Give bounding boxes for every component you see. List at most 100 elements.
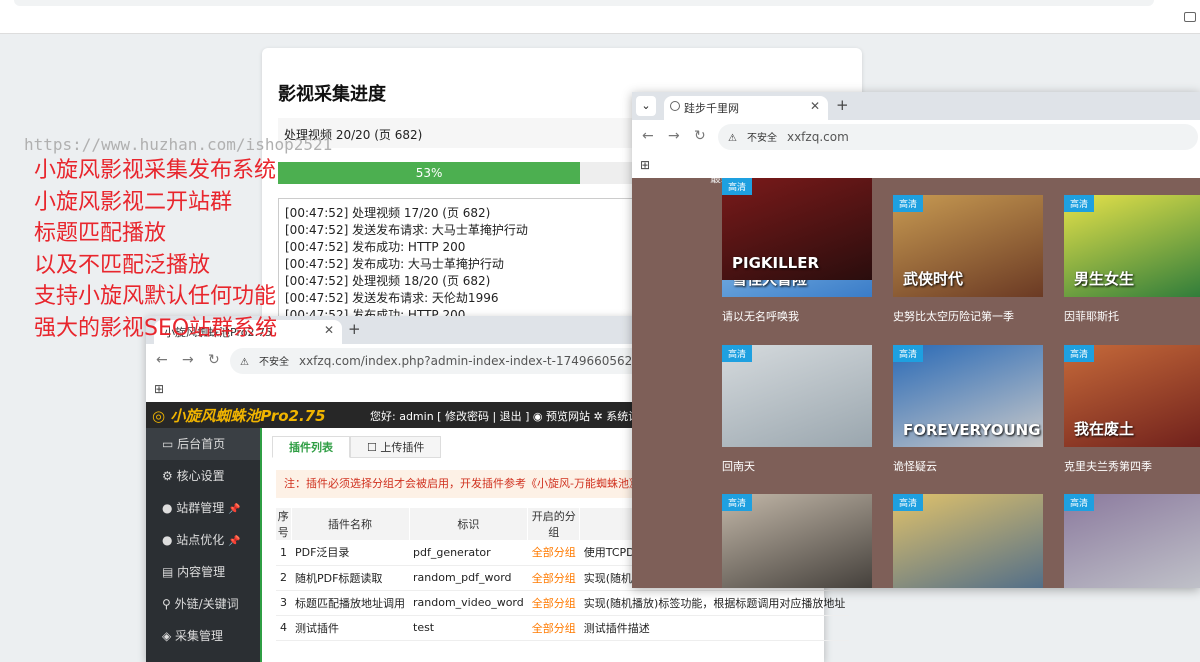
movie-content: 最新推荐 高清雪怪大冒险请以无名呼唤我高清武侠时代史努比太空历险记第一季高清男生…: [632, 178, 1200, 588]
new-tab-icon[interactable]: +: [348, 320, 361, 338]
sidebar-item-core-settings[interactable]: ⚙ 核心设置: [146, 460, 260, 492]
not-secure-label: 不安全: [258, 357, 289, 368]
promo-line: 标题匹配播放: [34, 221, 167, 246]
poster-text: PIGKILLER: [732, 254, 820, 272]
plugin-name: PDF泛目录: [291, 540, 409, 566]
table-row: 4 测试插件 test 全部分组 测试插件描述: [276, 615, 850, 641]
movie-title[interactable]: 请以无名呼唤我: [722, 308, 872, 324]
tab-upload-plugin[interactable]: ☐ 上传插件: [350, 436, 442, 458]
plugin-group-link[interactable]: 全部分组: [527, 565, 580, 591]
poster-text: FOREVERYOUNG: [903, 421, 1041, 439]
movie-tab-strip: ⌄ 跬步千里网 ✕ +: [632, 92, 1200, 120]
plugin-id: random_video_word: [409, 590, 528, 616]
poster-text: 武侠时代: [903, 270, 964, 288]
plugin-group-link[interactable]: 全部分组: [527, 590, 580, 616]
sidebar-item-links[interactable]: ⚲ 外链/关键词: [146, 588, 260, 620]
movie-browser-window: ⌄ 跬步千里网 ✕ + ← → ↻ ⚠不安全xxfzq.com ⊞ 最新推荐 高…: [632, 92, 1200, 588]
log-line: [00:47:52] 发布成功: HTTP 200: [285, 240, 466, 254]
log-line: [00:47:52] 发布成功: 大马士革掩护行动: [285, 257, 504, 271]
sidebar-item-content[interactable]: ▤ 内容管理: [146, 556, 260, 588]
not-secure-label: 不安全: [746, 133, 777, 144]
log-line: [00:47:52] 处理视频 18/20 (页 682): [285, 274, 491, 288]
promo-line: 小旋风影视二开站群: [34, 189, 233, 215]
plugin-id: test: [409, 615, 528, 641]
admin-sidebar: ▭ 后台首页 ⚙ 核心设置 ● 站群管理 📌 ● 站点优化 📌 ▤ 内容管理 ⚲…: [146, 428, 260, 662]
sidebar-item-site-group[interactable]: ● 站群管理 📌: [146, 492, 260, 524]
back-icon[interactable]: ←: [156, 352, 168, 368]
movie-poster[interactable]: 高清: [893, 494, 1043, 588]
warning-icon: ⚠: [240, 357, 249, 368]
poster-text: 男生女生: [1074, 270, 1135, 288]
movie-poster[interactable]: 高清: [722, 345, 872, 447]
reload-icon[interactable]: ↻: [208, 352, 220, 368]
hd-badge: 高清: [722, 178, 753, 195]
forward-icon[interactable]: →: [182, 352, 194, 368]
progress-title: 影视采集进度: [278, 84, 386, 105]
movie-poster[interactable]: 高清: [1064, 494, 1200, 588]
column-header: 开启的分组: [527, 508, 581, 540]
movie-card[interactable]: 高清: [722, 494, 872, 588]
movie-title[interactable]: 克里夫兰秀第四季: [1064, 458, 1200, 474]
movie-poster[interactable]: 高清男生女生: [1064, 195, 1200, 297]
movie-title[interactable]: 因菲耶斯托: [1064, 308, 1200, 324]
movie-poster[interactable]: 高清 PIGKILLER: [722, 178, 872, 280]
promo-text: 小旋风影视采集发布系统 小旋风影视二开站群 标题匹配播放 以及不匹配泛播放 支持…: [34, 155, 277, 344]
background-address-bar[interactable]: [14, 0, 1154, 6]
tab-plugin-list[interactable]: 插件列表: [272, 436, 350, 458]
movie-card[interactable]: 高清 我在废土克里夫兰秀第四季: [1064, 345, 1200, 474]
movie-poster[interactable]: 高清 武侠时代: [893, 195, 1043, 297]
apps-grid-icon[interactable]: ⊞: [154, 382, 164, 396]
plugin-name: 随机PDF标题读取: [291, 565, 409, 591]
close-icon[interactable]: ✕: [324, 323, 334, 337]
row-number: 4: [276, 615, 291, 641]
movie-address-bar[interactable]: ⚠ 不安全 xxfzq.com: [718, 124, 1198, 150]
movie-browser-tab[interactable]: 跬步千里网 ✕: [664, 96, 828, 120]
promo-line: 强大的影视SEO站群系统: [34, 315, 278, 341]
movie-card[interactable]: 高清: [1064, 494, 1200, 588]
plugin-id: random_pdf_word: [409, 565, 528, 591]
chevron-down-icon[interactable]: ⌄: [636, 96, 656, 116]
table-row: 3 标题匹配播放地址调用 random_video_word 全部分组 实现(随…: [276, 590, 850, 616]
movie-card[interactable]: 高清 PIGKILLER: [722, 178, 872, 280]
hd-badge: 高清: [1064, 195, 1095, 212]
sidebar-item-home[interactable]: ▭ 后台首页: [146, 428, 260, 460]
warning-icon: ⚠: [728, 133, 737, 144]
log-line: [00:47:52] 处理视频 17/20 (页 682): [285, 206, 491, 220]
movie-title[interactable]: 史努比太空历险记第一季: [893, 308, 1043, 324]
hd-badge: 高清: [893, 494, 924, 511]
apps-grid-icon[interactable]: ⊞: [640, 158, 650, 172]
plugin-desc: 测试插件描述: [579, 615, 850, 641]
movie-tab-title: 跬步千里网: [684, 102, 739, 115]
folder-icon[interactable]: [1184, 12, 1196, 22]
reload-icon[interactable]: ↻: [694, 128, 706, 144]
close-icon[interactable]: ✕: [810, 99, 820, 113]
movie-title[interactable]: 诡怪疑云: [893, 458, 1043, 474]
sidebar-item-site-optimize[interactable]: ● 站点优化 📌: [146, 524, 260, 556]
movie-poster[interactable]: 高清 我在废土: [1064, 345, 1200, 447]
promo-line: 小旋风影视采集发布系统: [34, 158, 277, 183]
promo-line: 支持小旋风默认任何功能: [34, 284, 277, 309]
movie-poster[interactable]: 高清 FOREVERYOUNG: [893, 345, 1043, 447]
new-tab-icon[interactable]: +: [836, 96, 849, 114]
row-number: 2: [276, 565, 291, 591]
admin-logo: ◎ 小旋风蜘蛛池Pro2.75: [152, 407, 326, 425]
back-icon[interactable]: ←: [642, 128, 654, 144]
user-info[interactable]: 您好: admin [ 修改密码 | 退出 ] ◉ 预览网站 ✲ 系统设置: [370, 408, 650, 424]
movie-title[interactable]: 回南天: [722, 458, 872, 474]
log-line: [00:47:52] 发送发布请求: 天伦劫1996: [285, 291, 499, 305]
movie-poster[interactable]: 高清: [722, 494, 872, 588]
plugin-name: 测试插件: [291, 615, 409, 641]
movie-card[interactable]: 高清: [893, 494, 1043, 588]
plugin-group-link[interactable]: 全部分组: [527, 540, 580, 566]
movie-card[interactable]: 高清 武侠时代史努比太空历险记第一季: [893, 195, 1043, 324]
forward-icon[interactable]: →: [668, 128, 680, 144]
plugin-group-link[interactable]: 全部分组: [527, 615, 580, 641]
movie-card[interactable]: 高清男生女生因菲耶斯托: [1064, 195, 1200, 324]
movie-card[interactable]: 高清 回南天: [722, 345, 872, 474]
sidebar-item-collect[interactable]: ◈ 采集管理: [146, 620, 260, 652]
hd-badge: 高清: [722, 494, 753, 511]
hd-badge: 高清: [893, 345, 924, 362]
column-header: 序号: [276, 508, 292, 540]
movie-card[interactable]: 高清 FOREVERYOUNG 诡怪疑云: [893, 345, 1043, 474]
admin-url: xxfzq.com/index.php?admin-index-index-t-…: [298, 354, 633, 368]
